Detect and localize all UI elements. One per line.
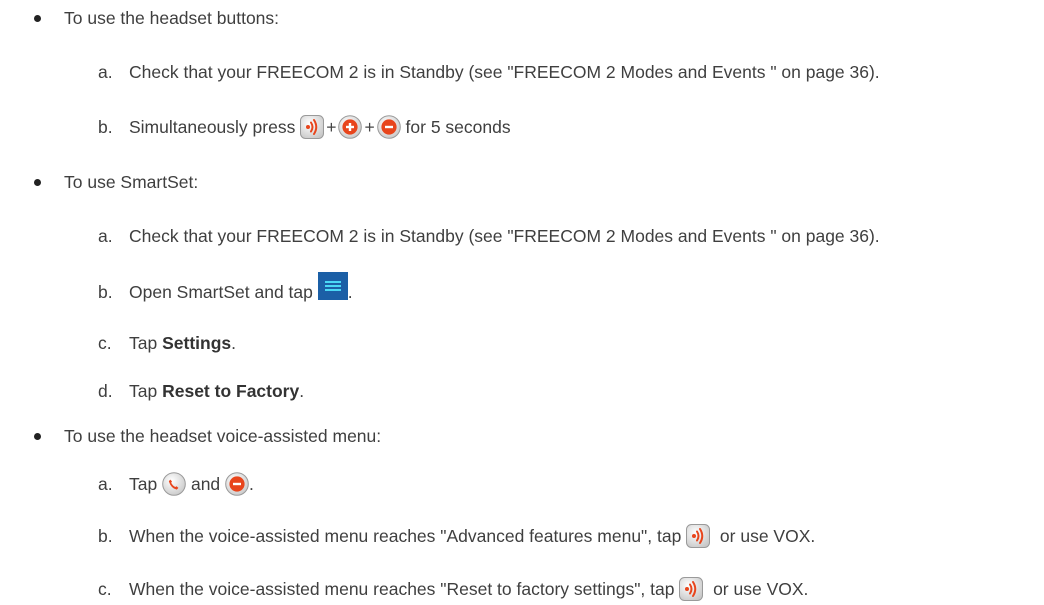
step-text: Open SmartSet and tap: [129, 281, 313, 302]
step-letter: a.: [98, 225, 113, 246]
step-content: When the voice-assisted menu reaches "Ad…: [129, 524, 815, 548]
document-page: To use the headset buttons: a. Check tha…: [0, 0, 1044, 605]
step-content: Simultaneously press + + for 5 seconds: [129, 115, 511, 139]
step-text: Tap: [129, 473, 158, 494]
step-letter: c.: [98, 578, 112, 599]
plus-button-icon: [338, 115, 362, 139]
step-content: When the voice-assisted menu reaches "Re…: [129, 577, 808, 601]
plus-symbol: +: [364, 116, 375, 137]
bullet-icon: [34, 178, 41, 186]
step-letter: b.: [98, 116, 113, 137]
step-text: When the voice-assisted menu reaches "Re…: [129, 578, 675, 599]
reset-to-factory-label: Reset to Factory: [162, 380, 300, 401]
step-text: for 5 seconds: [405, 116, 511, 137]
step-text: When the voice-assisted menu reaches "Ad…: [129, 525, 682, 546]
step-text: or use VOX.: [719, 525, 816, 546]
step-text: Tap: [129, 332, 158, 353]
minus-button-icon: [377, 115, 401, 139]
step-letter: b.: [98, 281, 113, 302]
step-text: Simultaneously press: [129, 116, 296, 137]
step-text: and: [190, 473, 221, 494]
bullet-text: To use SmartSet:: [64, 171, 199, 192]
bullet-icon: [34, 14, 41, 22]
step-letter: a.: [98, 473, 113, 494]
step-letter: c.: [98, 332, 112, 353]
settings-label: Settings: [162, 332, 232, 353]
step-text: .: [299, 380, 305, 401]
step-text: Tap: [129, 380, 158, 401]
bullet-text: To use the headset buttons:: [64, 7, 280, 28]
step-letter: b.: [98, 525, 113, 546]
bullet-icon: [34, 432, 41, 440]
step-text: .: [249, 473, 254, 494]
step-text: .: [231, 332, 237, 353]
voice-button-icon: [300, 115, 324, 139]
step-content: Tap and .: [129, 472, 254, 496]
step-content: Tap Settings .: [129, 333, 236, 354]
step-text: or use VOX.: [713, 578, 809, 599]
phone-button-icon: [162, 472, 186, 496]
step-text: Check that your FREECOM 2 is in Standby …: [129, 61, 880, 82]
hamburger-menu-icon: [317, 272, 348, 300]
voice-button-icon: [679, 577, 703, 601]
minus-button-icon: [225, 472, 249, 496]
step-content: Tap Reset to Factory .: [129, 381, 304, 402]
plus-symbol: +: [326, 116, 337, 137]
step-letter: d.: [98, 380, 113, 401]
step-text: .: [347, 281, 353, 302]
step-content: Open SmartSet and tap .: [129, 272, 353, 306]
voice-button-icon: [686, 524, 710, 548]
step-letter: a.: [98, 61, 113, 82]
step-text: Check that your FREECOM 2 is in Standby …: [129, 225, 880, 246]
bullet-text: To use the headset voice-assisted menu:: [64, 425, 382, 446]
